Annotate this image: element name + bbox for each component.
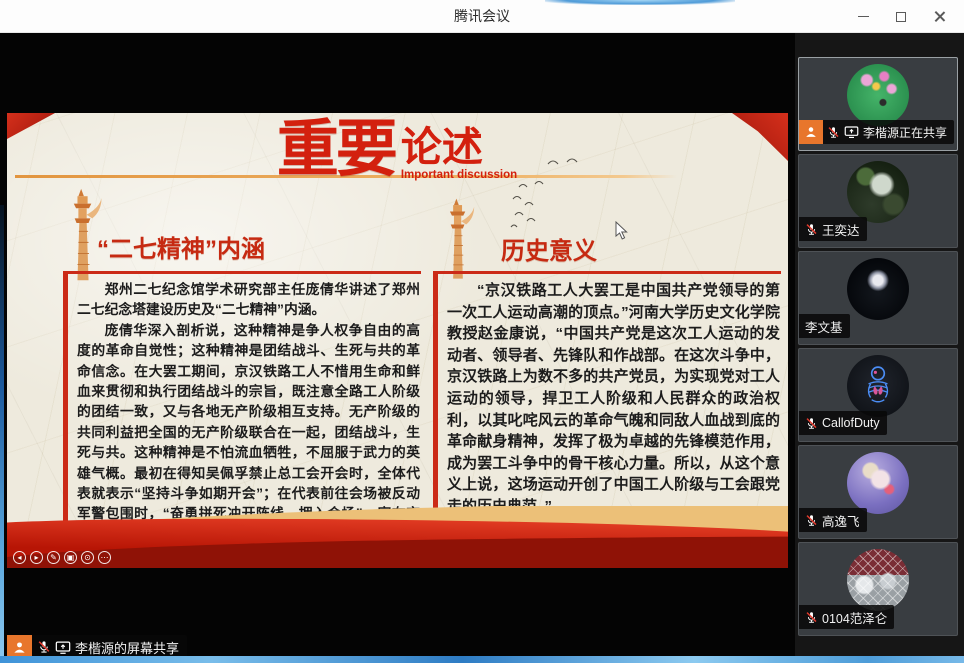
birds-flock-decoration — [505, 179, 561, 235]
paragraph: “京汉铁路工人大罢工是中国共产党领导的第一次工人运动高潮的顶点。”河南大学历史文… — [447, 280, 780, 518]
muted-mic-icon — [805, 223, 818, 236]
prev-slide-button[interactable]: ◂ — [13, 551, 26, 564]
muted-mic-icon — [805, 514, 818, 527]
shared-screen-stage: 重要 论述 Important discussion — [0, 33, 795, 663]
participant-name: 高逸飞 — [822, 511, 860, 530]
maximize-button[interactable] — [886, 4, 916, 30]
participant-name-bar: CallofDuty — [799, 411, 887, 435]
participant-tile[interactable]: 李楷源正在共享 — [798, 57, 958, 151]
red-corner-decoration-right — [732, 113, 788, 161]
presenter-toolbar: ◂ ▸ ✎ ▣ ⊙ ⋯ — [13, 551, 111, 564]
participant-name: 王奕达 — [822, 220, 860, 239]
participant-name: 0104范泽仑 — [822, 608, 887, 627]
slide-title-main: 重要 — [277, 119, 395, 181]
birds-decoration — [545, 155, 589, 169]
maximize-icon — [896, 12, 906, 22]
screen-share-icon — [844, 125, 859, 139]
slide-title: 重要 论述 Important discussion — [157, 119, 637, 181]
avatar — [847, 452, 909, 514]
muted-mic-icon — [827, 126, 840, 139]
copy-tool-button[interactable]: ▣ — [64, 551, 77, 564]
participant-name-bar: 李楷源正在共享 — [799, 120, 954, 144]
bottom-red-band — [7, 506, 788, 568]
section-body-history: “京汉铁路工人大罢工是中国共产党领导的第一次工人运动高潮的顶点。”河南大学历史文… — [433, 271, 781, 518]
mouse-cursor — [615, 221, 628, 240]
avatar — [847, 258, 909, 320]
titlebar[interactable]: 腾讯会议 — [0, 0, 964, 33]
participant-tile[interactable]: 高逸飞 — [798, 445, 958, 539]
paragraph: 郑州二七纪念馆学术研究部主任庞倩华讲述了郑州二七纪念塔建设历史及“二七精神”内涵… — [77, 280, 420, 321]
participant-name: 李楷源正在共享 — [863, 124, 947, 141]
magnifier-tool-button[interactable]: ⊙ — [81, 551, 94, 564]
window-controls — [848, 0, 954, 33]
tencent-meeting-window: 腾讯会议 重要 论述 Important discussion — [0, 0, 964, 663]
participant-tile[interactable]: 王奕达 — [798, 154, 958, 248]
muted-mic-icon — [805, 417, 818, 430]
window-title: 腾讯会议 — [0, 0, 964, 33]
participant-tile[interactable]: 0104范泽仑 — [798, 542, 958, 636]
minimize-button[interactable] — [848, 4, 878, 30]
monument-tower-icon — [439, 197, 477, 281]
pen-tool-button[interactable]: ✎ — [47, 551, 60, 564]
participant-name-bar: 李文基 — [799, 314, 850, 338]
participant-name-bar: 0104范泽仑 — [799, 605, 894, 629]
participant-name: 李文基 — [805, 317, 843, 336]
muted-mic-icon — [37, 640, 51, 654]
avatar — [847, 549, 909, 611]
participants-sidebar: 李楷源正在共享 王奕达 李文基 — [795, 33, 964, 663]
participant-name-bar: 高逸飞 — [799, 508, 867, 532]
avatar — [847, 161, 909, 223]
avatar — [847, 355, 909, 417]
minimize-icon — [858, 16, 869, 18]
skeleton-avatar-art — [857, 363, 899, 409]
close-icon — [934, 11, 945, 22]
more-tools-button[interactable]: ⋯ — [98, 551, 111, 564]
slide-title-english: Important discussion — [401, 169, 517, 181]
person-icon — [12, 640, 27, 655]
participant-name-bar: 王奕达 — [799, 217, 867, 241]
section-heading-history: 历史意义 — [501, 231, 597, 266]
avatar — [847, 64, 909, 126]
host-badge — [799, 120, 823, 144]
participant-tile[interactable]: CallofDuty — [798, 348, 958, 442]
participant-name: CallofDuty — [822, 416, 880, 430]
slide-title-sub: 论述 — [401, 127, 483, 168]
screen-share-icon — [55, 640, 71, 655]
close-button[interactable] — [924, 4, 954, 30]
next-slide-button[interactable]: ▸ — [30, 551, 43, 564]
desktop-edge-bottom — [0, 656, 964, 663]
share-banner-text: 李楷源的屏幕共享 — [75, 638, 179, 657]
muted-mic-icon — [805, 611, 818, 624]
desktop-edge-left — [0, 205, 4, 663]
presentation-slide: 重要 论述 Important discussion — [7, 113, 788, 568]
red-corner-decoration-left — [7, 113, 55, 139]
participant-tile[interactable]: 李文基 — [798, 251, 958, 345]
section-heading-spirit: “二七精神”内涵 — [97, 229, 265, 264]
person-icon — [804, 125, 818, 139]
